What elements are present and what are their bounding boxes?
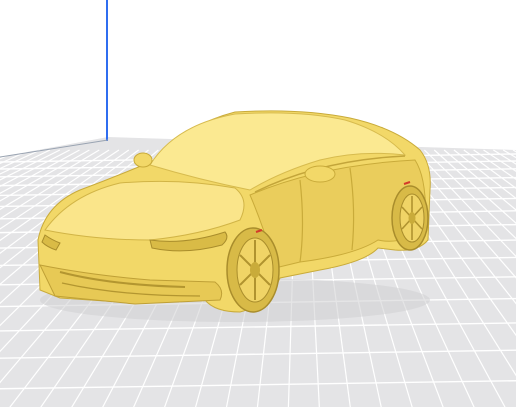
viewport-scene [0, 0, 516, 407]
rear-wheel [391, 185, 429, 251]
front-wheel [226, 227, 280, 313]
3d-viewport[interactable] [0, 0, 516, 407]
